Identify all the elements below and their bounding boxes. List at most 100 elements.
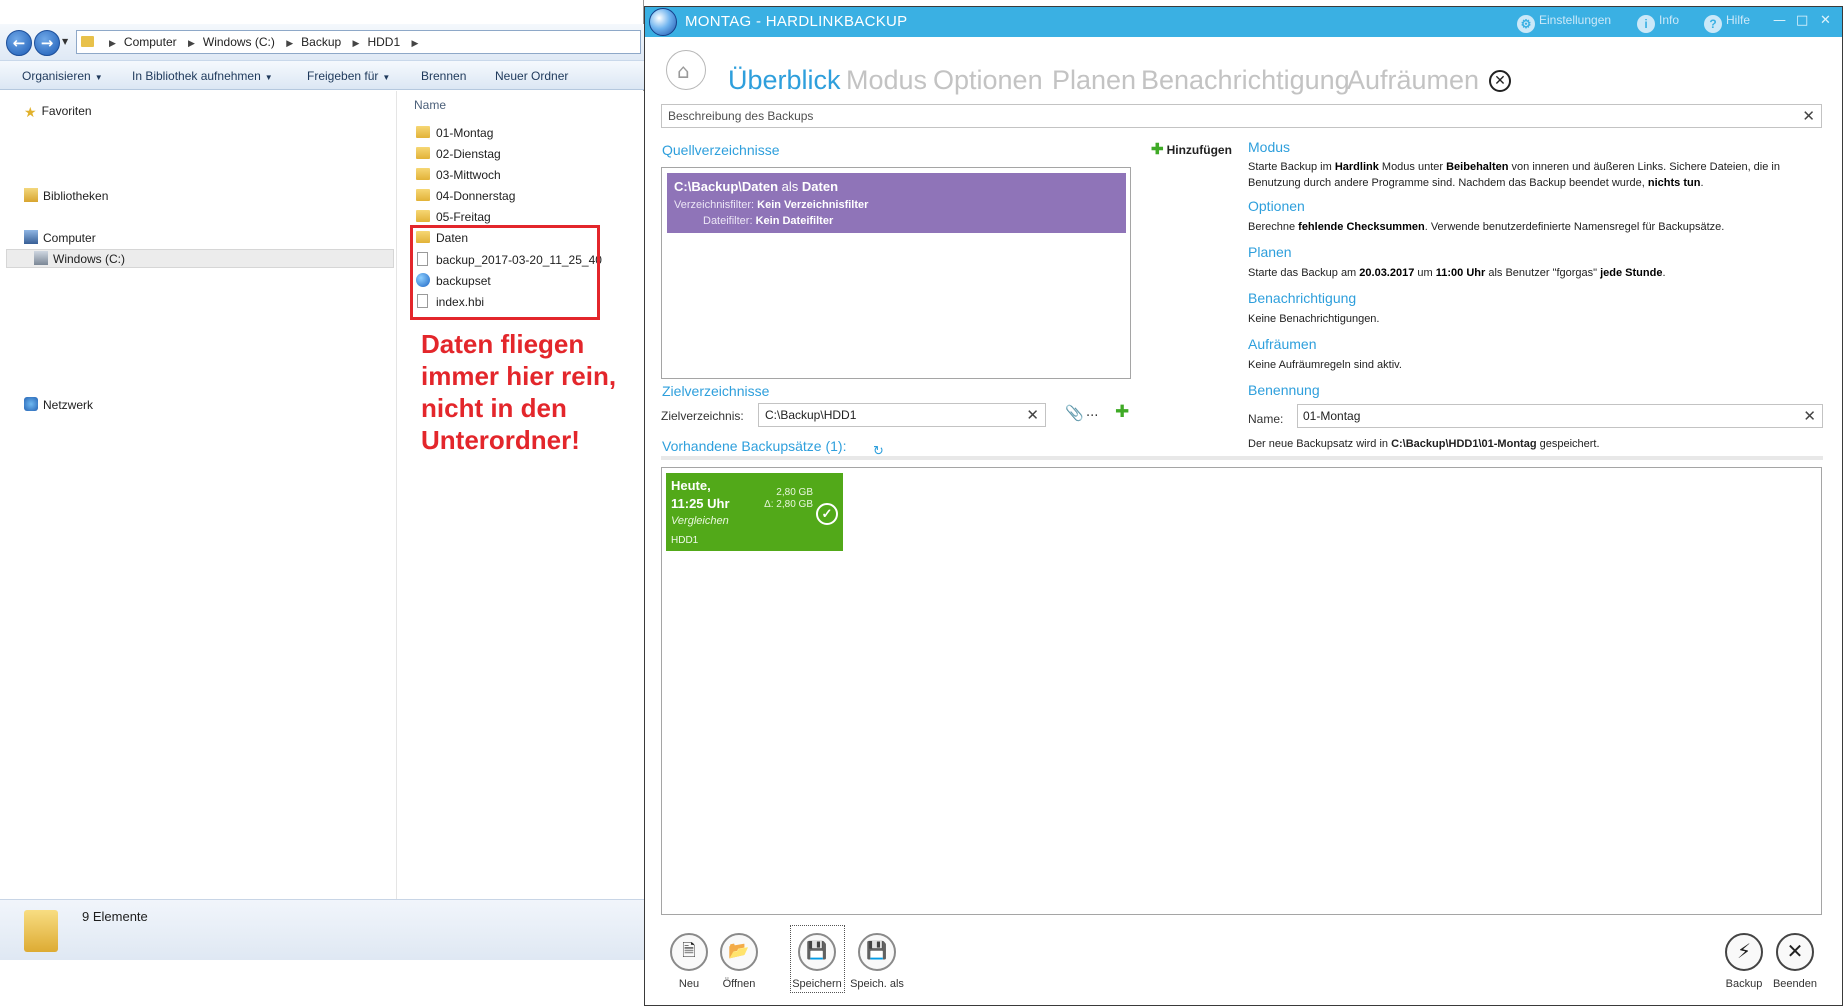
sources-list: C:\Backup\Daten als Daten Verzeichnisfil… bbox=[661, 167, 1131, 379]
back-button[interactable]: ← bbox=[6, 30, 32, 56]
organize-button[interactable]: Organisieren ▼ bbox=[22, 69, 103, 83]
new-button[interactable]: 🗎 bbox=[670, 933, 708, 971]
save-as-button[interactable]: 💾 bbox=[858, 933, 896, 971]
nav-network[interactable]: Netzwerk bbox=[24, 397, 93, 412]
breadcrumb-item[interactable]: Backup bbox=[301, 35, 341, 49]
save-location-note: Der neue Backupsatz wird in C:\Backup\HD… bbox=[1248, 438, 1600, 450]
home-icon: ⌂ bbox=[677, 59, 690, 83]
address-field[interactable]: ▶ Computer ▶ Windows (C:) ▶ Backup ▶ HDD1 ▶ bbox=[76, 30, 641, 54]
backup-button[interactable]: ⚡ bbox=[1725, 933, 1763, 971]
add-to-library-button[interactable]: In Bibliothek aufnehmen ▼ bbox=[132, 69, 273, 83]
list-item[interactable]: 01-Montag bbox=[416, 126, 493, 140]
target-label: Zielverzeichnis: bbox=[661, 409, 744, 423]
tab-mode[interactable]: Modus bbox=[846, 65, 927, 96]
add-source-button[interactable]: ✚ Hinzufügen bbox=[1151, 140, 1232, 158]
close-config-icon[interactable]: ✕ bbox=[1489, 70, 1511, 92]
compare-link[interactable]: Vergleichen bbox=[671, 515, 729, 527]
tab-overview[interactable]: Überblick bbox=[728, 65, 841, 96]
network-icon bbox=[24, 397, 38, 411]
breadcrumb-item[interactable]: Windows (C:) bbox=[203, 35, 275, 49]
paperclip-icon[interactable]: 📎 bbox=[1065, 404, 1084, 422]
share-button[interactable]: Freigeben für ▼ bbox=[307, 69, 390, 83]
backup-sets-heading: Vorhandene Backupsätze (1): bbox=[662, 438, 847, 454]
breadcrumb-separator-icon: ▶ bbox=[187, 38, 195, 48]
nav-favorites[interactable]: ★ Favoriten bbox=[24, 104, 92, 120]
column-header-name[interactable]: Name bbox=[414, 98, 446, 112]
name-label: Name: bbox=[1248, 412, 1284, 426]
address-bar: ← → ▼ ▶ Computer ▶ Windows (C:) ▶ Backup ▶ H… bbox=[0, 24, 644, 60]
explorer-toolbar: Organisieren ▼ In Bibliothek aufnehmen ▼ F… bbox=[0, 60, 644, 90]
new-folder-button[interactable]: Neuer Ordner bbox=[495, 69, 568, 83]
app-logo-icon bbox=[649, 8, 677, 36]
summary-notification-heading[interactable]: Benachrichtigung bbox=[1248, 290, 1356, 306]
window-title: MONTAG - HARDLINKBACKUP bbox=[685, 13, 908, 30]
clear-icon[interactable]: ✕ bbox=[1026, 406, 1039, 424]
add-target-plus-icon[interactable]: ✚ bbox=[1115, 402, 1129, 422]
save-as-icon: 💾 bbox=[866, 941, 888, 961]
summary-options-heading[interactable]: Optionen bbox=[1248, 198, 1305, 214]
divider bbox=[661, 456, 1823, 460]
title-bar: MONTAG - HARDLINKBACKUP ⚙ Einstellungen i… bbox=[645, 7, 1842, 37]
help-icon: ? bbox=[1704, 15, 1722, 33]
forward-button[interactable]: → bbox=[34, 30, 60, 56]
maximize-icon[interactable]: □ bbox=[1796, 13, 1808, 28]
name-input[interactable]: 01-Montag ✕ bbox=[1297, 404, 1823, 428]
description-input[interactable]: Beschreibung des Backups ✕ bbox=[661, 104, 1822, 128]
folder-open-icon: 📂 bbox=[728, 941, 750, 961]
drive-icon bbox=[34, 251, 48, 265]
history-dropdown-icon[interactable]: ▼ bbox=[62, 37, 68, 46]
backup-set-tile[interactable]: Heute, 11:25 Uhr Vergleichen HDD1 2,80 G… bbox=[666, 473, 843, 551]
tab-schedule[interactable]: Planen bbox=[1052, 65, 1136, 96]
close-icon[interactable]: ✕ bbox=[1820, 13, 1831, 28]
list-item[interactable]: 05-Freitag bbox=[416, 210, 491, 224]
folder-icon bbox=[81, 36, 94, 47]
minimize-icon[interactable]: — bbox=[1773, 13, 1786, 28]
tab-cleanup[interactable]: Aufräumen bbox=[1347, 65, 1479, 96]
clear-icon[interactable]: ✕ bbox=[1803, 407, 1816, 425]
target-value: C:\Backup\HDD1 bbox=[765, 408, 857, 422]
exit-button[interactable]: ✕ bbox=[1776, 933, 1814, 971]
home-button[interactable]: ⌂ bbox=[666, 50, 706, 90]
breadcrumb-separator-icon: ▶ bbox=[286, 38, 294, 48]
info-button[interactable]: i Info bbox=[1637, 13, 1679, 33]
browse-button[interactable]: ... bbox=[1086, 405, 1098, 420]
check-icon: ✓ bbox=[816, 503, 838, 525]
summary-notification-text: Keine Benachrichtigungen. bbox=[1248, 313, 1380, 325]
folder-icon bbox=[416, 126, 430, 138]
save-button[interactable]: 💾 bbox=[798, 933, 836, 971]
open-button[interactable]: 📂 bbox=[720, 933, 758, 971]
explorer-window: ← → ▼ ▶ Computer ▶ Windows (C:) ▶ Backup ▶ H… bbox=[0, 0, 644, 960]
target-directory-input[interactable]: C:\Backup\HDD1 ✕ bbox=[758, 403, 1046, 427]
tab-notification[interactable]: Benachrichtigung bbox=[1141, 65, 1350, 96]
summary-cleanup-heading[interactable]: Aufräumen bbox=[1248, 336, 1316, 352]
backup-sets-panel: Heute, 11:25 Uhr Vergleichen HDD1 2,80 G… bbox=[661, 467, 1822, 915]
list-item[interactable]: 02-Dienstag bbox=[416, 147, 501, 161]
nav-libraries[interactable]: Bibliotheken bbox=[24, 188, 108, 203]
floppy-icon: 💾 bbox=[806, 941, 828, 961]
annotation-text: Daten fliegen immer hier rein, nicht in … bbox=[421, 329, 617, 455]
breadcrumb-item[interactable]: Computer bbox=[124, 35, 177, 49]
breadcrumb-item[interactable]: HDD1 bbox=[367, 35, 400, 49]
star-icon: ★ bbox=[24, 104, 37, 120]
backup-set-size: 2,80 GB bbox=[776, 487, 813, 498]
chevron-down-icon: ▼ bbox=[382, 73, 391, 82]
burn-button[interactable]: Brennen bbox=[421, 69, 466, 83]
tab-options[interactable]: Optionen bbox=[933, 65, 1043, 96]
settings-button[interactable]: ⚙ Einstellungen bbox=[1517, 13, 1611, 33]
naming-heading: Benennung bbox=[1248, 382, 1320, 398]
summary-cleanup-text: Keine Aufräumregeln sind aktiv. bbox=[1248, 359, 1402, 371]
source-path-line: C:\Backup\Daten als Daten bbox=[674, 179, 839, 194]
summary-mode-heading[interactable]: Modus bbox=[1248, 139, 1290, 155]
list-item[interactable]: 03-Mittwoch bbox=[416, 168, 501, 182]
summary-schedule-heading[interactable]: Planen bbox=[1248, 244, 1292, 260]
folder-icon bbox=[416, 168, 430, 180]
help-button[interactable]: ? Hilfe bbox=[1704, 13, 1750, 33]
computer-icon bbox=[24, 230, 38, 244]
item-count: 9 Elemente bbox=[82, 909, 148, 924]
nav-drive-c[interactable]: Windows (C:) bbox=[34, 251, 125, 266]
list-item[interactable]: 04-Donnerstag bbox=[416, 189, 515, 203]
clear-icon[interactable]: ✕ bbox=[1802, 107, 1815, 125]
nav-computer[interactable]: Computer bbox=[24, 230, 96, 245]
exit-button-label: Beenden bbox=[1772, 978, 1818, 990]
source-item[interactable]: C:\Backup\Daten als Daten Verzeichnisfil… bbox=[667, 173, 1126, 233]
